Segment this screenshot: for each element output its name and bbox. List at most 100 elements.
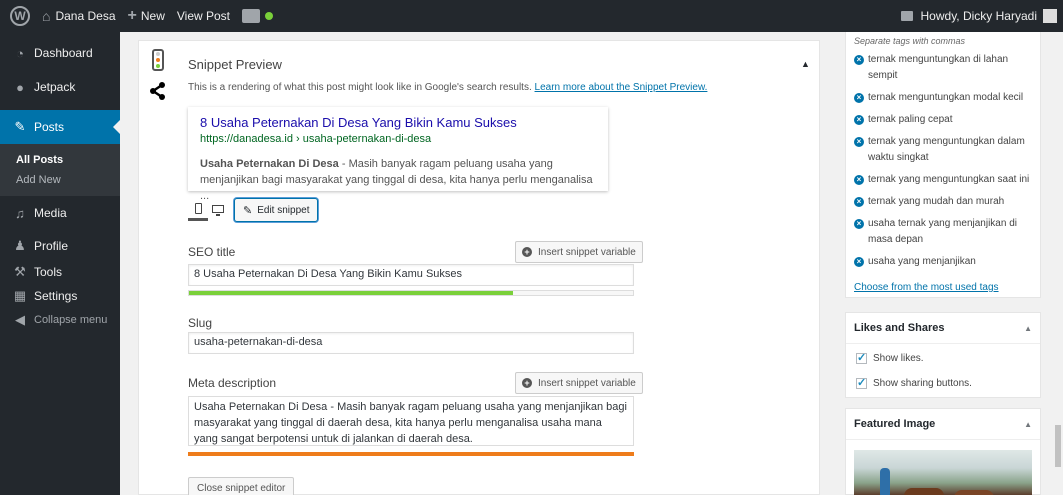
remove-tag-icon[interactable]: × <box>854 197 864 207</box>
meta-description-input[interactable]: Usaha Peternakan Di Desa - Masih banyak … <box>188 396 634 446</box>
likes-shares-box: Likes and Shares ▲ Show likes. Show shari… <box>845 312 1041 398</box>
meta-description-progress-fill <box>188 452 634 456</box>
collapse-toggle-icon[interactable]: ▲ <box>801 59 810 69</box>
preview-url: https://danadesa.id › usaha-peternakan-d… <box>200 133 432 145</box>
seo-title-progress <box>188 290 634 296</box>
seo-title-input[interactable]: 8 Usaha Peternakan Di Desa Yang Bikin Ka… <box>188 264 634 286</box>
collapse-menu-button[interactable]: ◀ Collapse menu <box>0 308 120 332</box>
tag-label: ternak paling cepat <box>868 114 953 125</box>
tag-item: × ternak yang menguntungkan dalam waktu s… <box>854 134 1032 166</box>
plus-circle-icon: + <box>522 378 532 388</box>
sidebar-item-media[interactable]: ♫ Media <box>0 196 120 230</box>
remove-tag-icon[interactable]: × <box>854 219 864 229</box>
sidebar-item-profile[interactable]: ♟ Profile <box>0 232 120 260</box>
remove-tag-icon[interactable]: × <box>854 137 864 147</box>
tag-label: ternak menguntungkan di lahan sempit <box>868 54 1009 81</box>
notification-icon[interactable] <box>900 11 913 21</box>
tag-label: ternak yang menguntungkan dalam waktu si… <box>868 136 1025 163</box>
insert-variable-label: Insert snippet variable <box>538 246 636 258</box>
sidebar-item-settings[interactable]: ▦ Settings <box>0 284 120 308</box>
admin-bar: W ⌂ Dana Desa + New View Post Howdy, Dicky… <box>0 0 1063 32</box>
remove-tag-icon[interactable]: × <box>854 257 864 267</box>
traffic-light-icon[interactable] <box>152 49 164 71</box>
slug-label: Slug <box>188 316 213 330</box>
close-snippet-editor-button[interactable]: Close snippet editor <box>188 477 295 495</box>
tags-box: Separate tags with commas × ternak mengun… <box>845 32 1041 298</box>
sidebar-item-dashboard[interactable]: ◔ Dashboard <box>0 36 120 70</box>
wordpress-icon: W <box>10 6 30 26</box>
mobile-icon <box>194 203 202 214</box>
jetpack-icon: ● <box>16 79 24 95</box>
sidebar-item-label: Dashboard <box>34 46 93 60</box>
snippet-description: This is a rendering of what this post mi… <box>188 82 707 93</box>
likes-shares-title: Likes and Shares <box>854 322 945 334</box>
google-preview[interactable]: 8 Usaha Peternakan Di Desa Yang Bikin Ka… <box>188 107 608 202</box>
featured-image-thumbnail[interactable] <box>854 450 1032 495</box>
tag-label: usaha yang menjanjikan <box>868 256 976 267</box>
show-likes-label: Show likes. <box>873 353 924 364</box>
likes-shares-header[interactable]: Likes and Shares ▲ <box>846 313 1040 344</box>
show-sharing-checkbox[interactable] <box>856 376 867 389</box>
view-post-label: View Post <box>176 9 231 23</box>
featured-image-header[interactable]: Featured Image ▲ <box>846 409 1040 440</box>
home-icon: ⌂ <box>42 8 51 24</box>
view-post-link[interactable]: View Post <box>171 0 236 32</box>
sidebar-item-label: Settings <box>34 289 78 303</box>
collapse-arrow-icon[interactable]: ▲ <box>1024 420 1032 429</box>
sidebar-item-posts[interactable]: ✎ Posts <box>0 110 120 144</box>
posts-submenu: All Posts Add New <box>0 144 120 196</box>
remove-tag-icon[interactable]: × <box>854 93 864 103</box>
avatar[interactable] <box>1043 9 1057 23</box>
remove-tag-icon[interactable]: × <box>854 115 864 125</box>
tags-hint: Separate tags with commas <box>854 36 966 46</box>
insert-variable-button-title[interactable]: + Insert snippet variable <box>515 241 643 263</box>
new-content-link[interactable]: + New <box>122 0 171 32</box>
remove-tag-icon[interactable]: × <box>854 55 864 65</box>
insert-variable-button-meta[interactable]: + Insert snippet variable <box>515 372 643 394</box>
mobile-preview-button[interactable] <box>188 199 208 221</box>
preview-description-bold: Usaha Peternakan Di Desa <box>200 158 339 170</box>
submenu-all-posts[interactable]: All Posts <box>0 150 120 170</box>
sidebar-item-jetpack[interactable]: ● Jetpack <box>0 70 120 104</box>
insert-variable-label: Insert snippet variable <box>538 377 636 389</box>
tag-item: × ternak paling cepat <box>854 112 1032 128</box>
sidebar-item-label: Jetpack <box>34 80 76 94</box>
yoast-icon <box>242 9 261 23</box>
edit-snippet-button[interactable]: ✎ Edit snippet <box>234 198 319 222</box>
submenu-add-new[interactable]: Add New <box>0 170 120 190</box>
scrollbar-thumb[interactable] <box>1055 425 1061 467</box>
preview-title: 8 Usaha Peternakan Di Desa Yang Bikin Ka… <box>200 115 517 130</box>
choose-most-used-tags-link[interactable]: Choose from the most used tags <box>854 282 1032 293</box>
new-label: New <box>140 9 165 23</box>
seo-title-progress-fill <box>189 291 514 295</box>
snippet-description-text: This is a rendering of what this post mi… <box>188 82 532 93</box>
show-likes-checkbox[interactable] <box>856 351 867 364</box>
site-name-link[interactable]: ⌂ Dana Desa <box>36 0 122 32</box>
howdy-user[interactable]: Howdy, Dicky Haryadi <box>921 9 1037 23</box>
remove-tag-icon[interactable]: × <box>854 175 864 185</box>
desktop-preview-button[interactable] <box>208 199 228 221</box>
farmer-shape <box>880 468 890 495</box>
preview-description: Usaha Peternakan Di Desa - Masih banyak … <box>200 156 596 204</box>
site-name: Dana Desa <box>55 9 116 23</box>
snippet-preview-heading[interactable]: Snippet Preview <box>188 57 282 72</box>
learn-more-link[interactable]: Learn more about the Snippet Preview. <box>535 82 708 93</box>
sidebar-item-label: Collapse menu <box>34 314 108 326</box>
settings-icon: ▦ <box>13 288 27 303</box>
tag-item: × usaha ternak yang menjanjikan di masa d… <box>854 216 1032 248</box>
yoast-menu[interactable] <box>236 0 279 32</box>
tag-list: × ternak menguntungkan di lahan sempit × t… <box>854 52 1032 270</box>
pin-icon: ✎ <box>14 119 26 134</box>
user-icon: ♟ <box>14 238 26 253</box>
share-icon[interactable] <box>148 81 168 101</box>
tag-item: × ternak yang mudah dan murah <box>854 194 1032 210</box>
tag-label: ternak yang menguntungkan saat ini <box>868 174 1030 185</box>
collapse-arrow-icon[interactable]: ▲ <box>1024 324 1032 333</box>
tag-item: × ternak menguntungkan modal kecil <box>854 90 1032 106</box>
wp-logo-menu[interactable]: W <box>0 0 36 32</box>
seo-title-label: SEO title <box>188 245 236 259</box>
tag-label: usaha ternak yang menjanjikan di masa de… <box>868 218 1017 245</box>
cow-shape <box>954 490 994 495</box>
sidebar-item-tools[interactable]: ⚒ Tools <box>0 260 120 284</box>
slug-input[interactable]: usaha-peternakan-di-desa <box>188 332 634 354</box>
